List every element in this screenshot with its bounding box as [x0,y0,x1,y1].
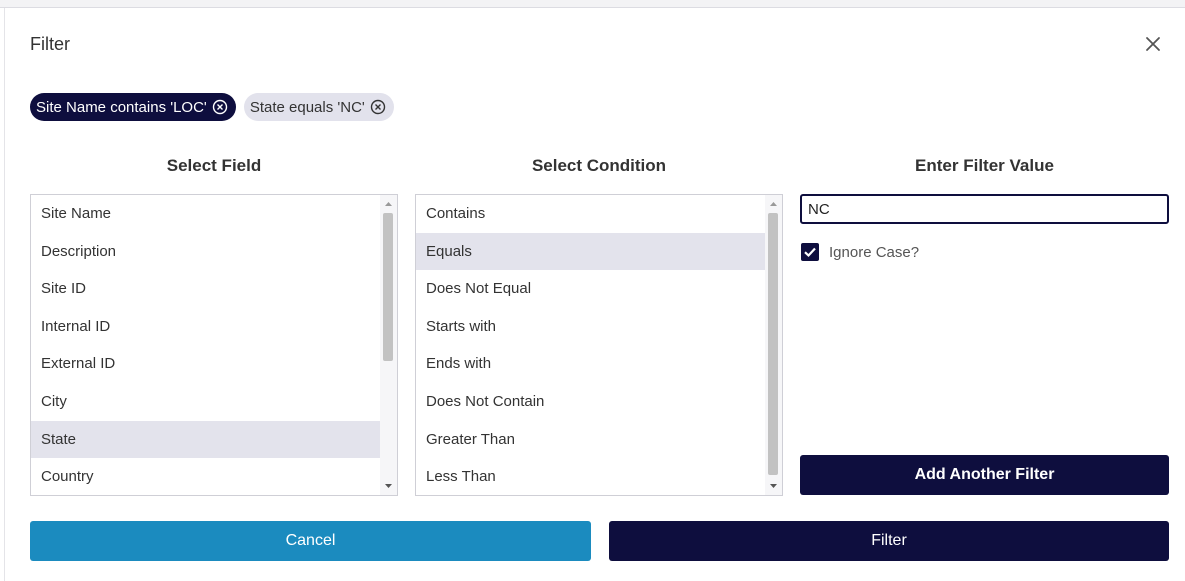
remove-chip-icon[interactable] [370,99,386,115]
select-condition-heading: Select Condition [531,156,667,175]
condition-option[interactable]: Less Than [416,458,782,495]
condition-option[interactable]: Does Not Contain [416,383,782,421]
background-table-header [0,0,1185,8]
filter-chip-site-name[interactable]: Site Name contains 'LOC' [30,93,236,121]
chip-label: Site Name contains 'LOC' [36,98,207,116]
field-option[interactable]: Country [31,458,397,495]
condition-option[interactable]: Contains [416,195,782,233]
field-option[interactable]: Site Name [31,195,397,233]
condition-option[interactable]: Does Not Equal [416,270,782,308]
scroll-up-icon[interactable] [765,197,782,211]
ignore-case-checkbox[interactable] [801,243,819,261]
scroll-down-icon[interactable] [380,479,397,493]
scroll-up-icon[interactable] [380,197,397,211]
filter-chip-state[interactable]: State equals 'NC' [243,93,394,121]
condition-option[interactable]: Greater Than [416,421,782,459]
select-field-heading: Select Field [166,156,262,175]
filter-button[interactable]: Filter [609,521,1169,561]
cancel-button[interactable]: Cancel [30,521,591,561]
condition-option[interactable]: Starts with [416,308,782,346]
condition-listbox[interactable]: Contains Equals Does Not Equal Starts with E… [415,194,783,496]
field-option[interactable]: City [31,383,397,421]
scrollbar-thumb[interactable] [383,213,393,361]
field-list-scrollbar[interactable] [380,195,397,495]
chip-label: State equals 'NC' [249,98,365,116]
field-listbox[interactable]: Site Name Description Site ID Internal ID Ex… [30,194,398,496]
field-option[interactable]: Site ID [31,270,397,308]
ignore-case-toggle[interactable]: Ignore Case? [801,243,919,261]
field-option[interactable]: State [31,420,397,459]
condition-option[interactable]: Ends with [416,345,782,383]
close-icon[interactable] [1142,33,1164,55]
add-another-filter-button[interactable]: Add Another Filter [800,455,1169,495]
ignore-case-label: Ignore Case? [829,243,920,261]
filter-value-input[interactable] [800,194,1169,224]
field-list: Site Name Description Site ID Internal ID Ex… [31,195,397,495]
condition-option[interactable]: Equals [416,232,782,271]
filter-value-heading: Enter Filter Value [915,156,1054,175]
field-option[interactable]: External ID [31,345,397,383]
field-option[interactable]: Description [31,233,397,271]
checkmark-icon [804,247,816,258]
field-option[interactable]: Internal ID [31,308,397,346]
condition-list-scrollbar[interactable] [765,195,782,495]
scroll-down-icon[interactable] [765,479,782,493]
active-filter-chips: Site Name contains 'LOC' State equals 'N… [30,93,394,121]
remove-chip-icon[interactable] [212,99,228,115]
condition-list: Contains Equals Does Not Equal Starts with E… [416,195,782,495]
scrollbar-thumb[interactable] [768,213,778,475]
dialog-title: Filter [30,34,70,54]
